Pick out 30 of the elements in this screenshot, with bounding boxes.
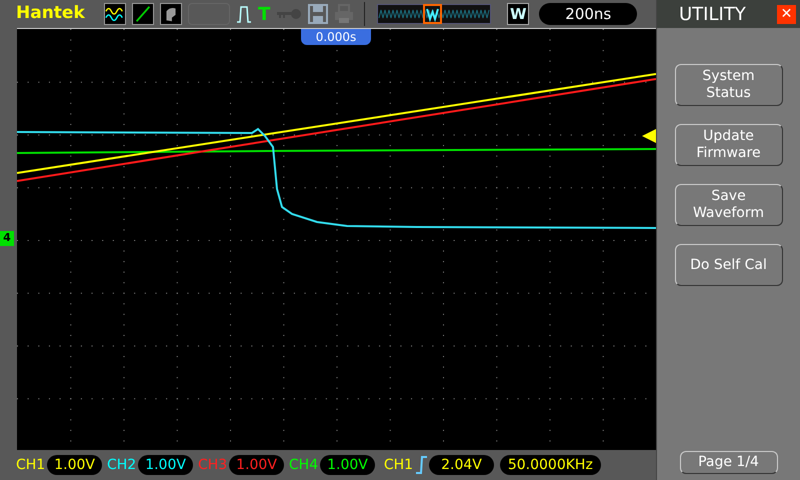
trigger-level-icon xyxy=(642,129,656,143)
memory-window-icon xyxy=(377,4,492,24)
menu-button[interactable]: Do Self Cal xyxy=(674,244,782,286)
channel-scale: 1.00V xyxy=(138,455,193,475)
trigger-source: CH1 xyxy=(384,456,414,474)
menu-button[interactable]: Save Waveform xyxy=(674,184,782,226)
menu-button[interactable]: Update Firmware xyxy=(674,124,782,166)
close-button[interactable]: ✕ xyxy=(777,4,796,24)
trigger-level-readout: 2.04V xyxy=(429,455,494,475)
trigger-time-marker: 0.000s xyxy=(301,29,371,45)
channel-scale: 1.00V xyxy=(320,455,375,475)
page-button[interactable]: Page 1/4 xyxy=(680,451,778,474)
menu-title: UTILITY xyxy=(679,2,746,26)
pulse-icon[interactable] xyxy=(236,4,252,24)
menu-button[interactable]: System Status xyxy=(674,64,782,106)
channel-label: CH3 xyxy=(198,456,228,474)
save-icon[interactable] xyxy=(308,4,328,24)
channel-label: CH1 xyxy=(16,456,46,474)
window-mode-label: W xyxy=(507,3,530,25)
channel-label: CH2 xyxy=(106,456,136,474)
frequency-readout: 50.0000KHz xyxy=(500,455,601,475)
waveform-icon[interactable] xyxy=(104,3,126,25)
trigger-indicator: T xyxy=(258,2,270,26)
channel-scale: 1.00V xyxy=(47,455,102,475)
channel-scale: 1.00V xyxy=(229,455,284,475)
ground-marker: 4 xyxy=(0,231,14,246)
channel-label: CH4 xyxy=(288,456,318,474)
rising-edge-icon xyxy=(415,456,428,474)
timebase-readout: 200ns xyxy=(539,3,638,25)
brand-logo: Hantek xyxy=(16,2,86,26)
